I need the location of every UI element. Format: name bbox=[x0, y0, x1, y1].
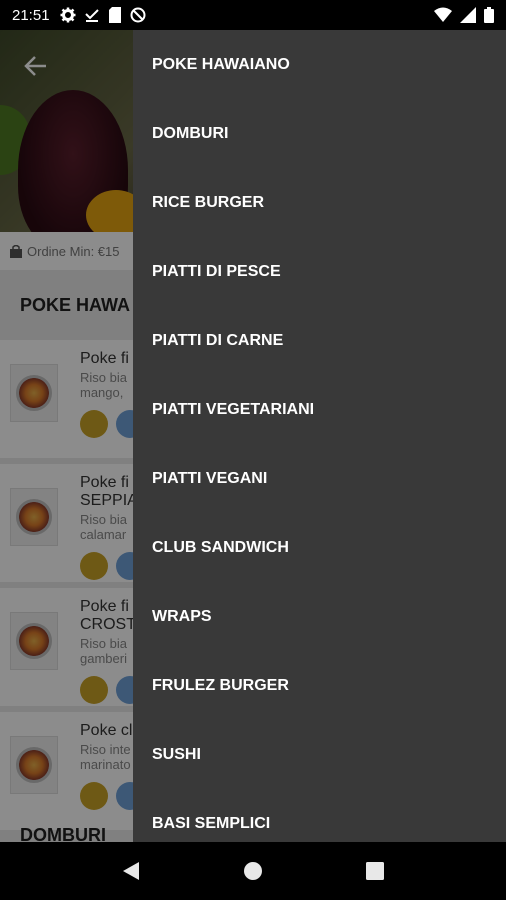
blocked-icon bbox=[130, 7, 146, 23]
status-left-icons bbox=[60, 7, 146, 23]
drawer-item-piatti-di-carne[interactable]: PIATTI DI CARNE bbox=[133, 306, 506, 375]
status-bar: 21:51 bbox=[0, 0, 506, 30]
status-time: 21:51 bbox=[12, 6, 50, 24]
category-drawer: POKE HAWAIANO DOMBURI RICE BURGER PIATTI… bbox=[133, 30, 506, 842]
drawer-item-piatti-vegani[interactable]: PIATTI VEGANI bbox=[133, 444, 506, 513]
nav-recents-button[interactable] bbox=[355, 851, 395, 891]
drawer-item-wraps[interactable]: WRAPS bbox=[133, 582, 506, 651]
sd-card-icon bbox=[108, 7, 121, 23]
download-done-icon bbox=[84, 9, 99, 22]
drawer-item-sushi[interactable]: SUSHI bbox=[133, 720, 506, 789]
drawer-item-piatti-vegetariani[interactable]: PIATTI VEGETARIANI bbox=[133, 375, 506, 444]
drawer-item-frulez-burger[interactable]: FRULEZ BURGER bbox=[133, 651, 506, 720]
drawer-item-poke-hawaiano[interactable]: POKE HAWAIANO bbox=[133, 30, 506, 99]
drawer-item-rice-burger[interactable]: RICE BURGER bbox=[133, 168, 506, 237]
wifi-icon bbox=[434, 7, 452, 22]
signal-icon bbox=[460, 7, 476, 23]
drawer-item-basi-semplici[interactable]: BASI SEMPLICI bbox=[133, 789, 506, 842]
drawer-item-club-sandwich[interactable]: CLUB SANDWICH bbox=[133, 513, 506, 582]
gear-icon bbox=[60, 7, 76, 23]
nav-back-button[interactable] bbox=[111, 851, 151, 891]
status-right-icons bbox=[434, 7, 494, 23]
recents-square-icon bbox=[366, 862, 384, 880]
home-circle-icon bbox=[244, 862, 262, 880]
drawer-item-domburi[interactable]: DOMBURI bbox=[133, 99, 506, 168]
battery-icon bbox=[484, 7, 494, 23]
system-nav-bar bbox=[0, 842, 506, 900]
nav-home-button[interactable] bbox=[233, 851, 273, 891]
back-triangle-icon bbox=[123, 862, 139, 880]
drawer-item-piatti-di-pesce[interactable]: PIATTI DI PESCE bbox=[133, 237, 506, 306]
